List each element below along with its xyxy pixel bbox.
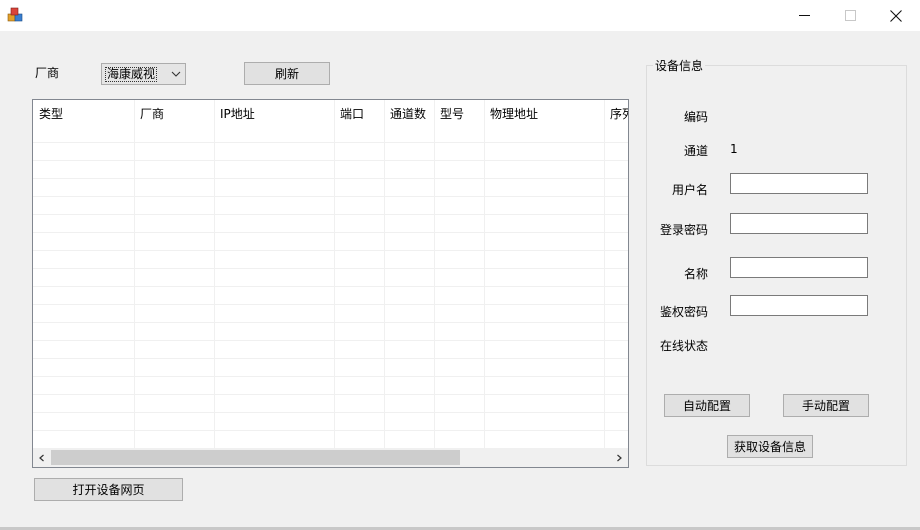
column-header-channels[interactable]: 通道数: [384, 100, 434, 128]
app-cubes-icon: [7, 7, 23, 22]
horizontal-scrollbar[interactable]: [33, 449, 628, 467]
scroll-left-button[interactable]: [33, 449, 51, 467]
column-header-vendor[interactable]: 厂商: [134, 100, 214, 128]
password-field[interactable]: [730, 213, 868, 234]
table-row-divider: [33, 394, 628, 395]
table-column-divider: [134, 100, 135, 449]
table-column-divider: [334, 100, 335, 449]
username-field[interactable]: [730, 173, 868, 194]
device-table[interactable]: 类型 厂商 IP地址 端口 通道数 型号 物理地址 序列号: [32, 99, 629, 468]
table-column-divider: [604, 100, 605, 449]
table-row-divider: [33, 286, 628, 287]
column-header-port[interactable]: 端口: [334, 100, 384, 128]
minimize-button[interactable]: [781, 0, 827, 31]
column-header-serial[interactable]: 序列号: [604, 100, 628, 128]
table-header: 类型 厂商 IP地址 端口 通道数 型号 物理地址 序列号: [33, 100, 628, 128]
table-column-divider: [384, 100, 385, 449]
table-row-divider: [33, 430, 628, 431]
column-header-type[interactable]: 类型: [33, 100, 134, 128]
chevron-left-icon: [39, 454, 44, 462]
chevron-down-icon: [171, 71, 181, 77]
channel-value: 1: [730, 142, 738, 156]
table-row-divider: [33, 196, 628, 197]
auto-config-button[interactable]: 自动配置: [664, 394, 750, 417]
scrollbar-thumb[interactable]: [51, 450, 460, 465]
table-row-divider: [33, 232, 628, 233]
table-row-divider: [33, 376, 628, 377]
name-label: 名称: [684, 267, 709, 281]
password-label: 登录密码: [660, 223, 709, 237]
table-column-divider: [484, 100, 485, 449]
column-header-ip[interactable]: IP地址: [214, 100, 334, 128]
table-row-divider: [33, 304, 628, 305]
maximize-button[interactable]: [827, 0, 873, 31]
refresh-button[interactable]: 刷新: [244, 62, 330, 85]
table-row-divider: [33, 178, 628, 179]
code-label: 编码: [684, 110, 709, 124]
open-device-web-button[interactable]: 打开设备网页: [34, 478, 183, 501]
table-row-divider: [33, 358, 628, 359]
column-header-model[interactable]: 型号: [434, 100, 484, 128]
title-bar: [0, 0, 920, 31]
minimize-icon: [798, 15, 810, 16]
table-row-divider: [33, 322, 628, 323]
table-row-divider: [33, 340, 628, 341]
close-button[interactable]: [873, 0, 919, 31]
table-row-divider: [33, 412, 628, 413]
online-status-label: 在线状态: [660, 339, 709, 353]
table-column-divider: [214, 100, 215, 449]
close-icon: [890, 9, 902, 22]
table-row-divider: [33, 142, 628, 143]
name-field[interactable]: [730, 257, 868, 278]
channel-label: 通道: [684, 144, 709, 158]
manual-config-button[interactable]: 手动配置: [783, 394, 869, 417]
column-header-mac[interactable]: 物理地址: [484, 100, 604, 128]
vendor-label: 厂商: [35, 66, 60, 80]
auth-password-field[interactable]: [730, 295, 868, 316]
chevron-right-icon: [617, 454, 622, 462]
table-column-divider: [434, 100, 435, 449]
table-row-divider: [33, 250, 628, 251]
scroll-right-button[interactable]: [610, 449, 628, 467]
get-device-info-button[interactable]: 获取设备信息: [727, 435, 813, 458]
device-info-group-title: 设备信息: [653, 57, 706, 74]
table-row-divider: [33, 268, 628, 269]
table-row-divider: [33, 160, 628, 161]
table-row-divider: [33, 214, 628, 215]
username-label: 用户名: [672, 183, 709, 197]
vendor-select-value: 海康威视: [105, 67, 158, 82]
vendor-select[interactable]: 海康威视: [101, 63, 186, 85]
maximize-icon: [844, 10, 856, 21]
auth-password-label: 鉴权密码: [660, 305, 709, 319]
